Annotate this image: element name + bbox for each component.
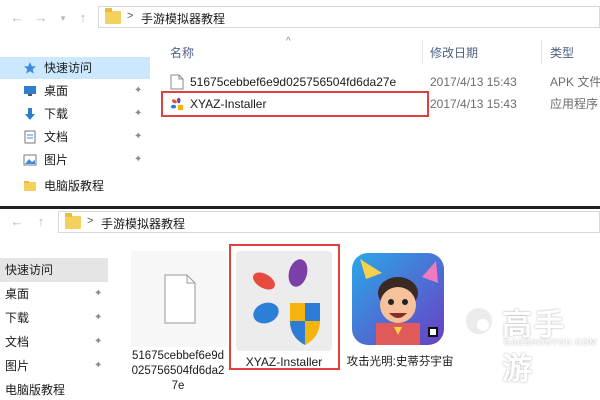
highlight-box	[161, 91, 429, 117]
sidebar-item-quick-access[interactable]: 快速访问	[0, 57, 150, 79]
sidebar-item-desktop[interactable]: 桌面 ✦	[0, 282, 108, 306]
column-divider[interactable]	[541, 40, 542, 64]
sidebar-item-label: 下载	[44, 107, 69, 121]
sidebar-item-pictures[interactable]: 图片 ✦	[0, 149, 150, 171]
sidebar-item-pc-tutorial[interactable]: 电脑版教程	[0, 378, 108, 400]
sidebar-item-label: 电脑版教程	[44, 179, 105, 193]
sidebar-item-documents[interactable]: 文档 ✦	[0, 330, 108, 354]
back-button[interactable]: ←	[10, 214, 24, 230]
watermark-subtext: GAOSHOUYOU.COM	[504, 338, 598, 347]
file-row[interactable]: 51675cebbef6e9d025756504fd6da27e 2017/4/…	[164, 71, 600, 93]
sidebar-item-label: 图片	[5, 359, 30, 373]
up-button[interactable]: ↑	[76, 10, 90, 26]
sidebar-item-desktop[interactable]: 桌面 ✦	[0, 80, 150, 102]
pin-icon[interactable]: ✦	[134, 103, 142, 125]
sidebar-item-label: 文档	[44, 130, 69, 144]
file-tile-game[interactable]: 攻击光明:史蒂芬宇宙	[347, 249, 453, 399]
top-explorer-window: ← → ▾ ↑ > 手游模拟器教程 快速访问 桌面 ✦ 下载 ✦ 文档 ✦ 图片…	[0, 0, 600, 206]
desktop-icon	[24, 86, 36, 96]
pin-icon[interactable]: ✦	[94, 306, 102, 330]
column-divider[interactable]	[422, 40, 423, 64]
pin-icon[interactable]: ✦	[94, 282, 102, 306]
sort-ascending-icon: ^	[286, 36, 291, 47]
star-icon	[24, 62, 36, 74]
file-caption: 攻击光明:史蒂芬宇宙	[346, 356, 454, 368]
file-tile[interactable]: 51675cebbef6e9d025756504fd6da27e	[128, 249, 232, 399]
pin-icon[interactable]: ✦	[134, 126, 142, 148]
address-bar[interactable]: > 手游模拟器教程	[58, 211, 600, 233]
back-button[interactable]: ←	[10, 10, 24, 26]
breadcrumb-separator: >	[87, 215, 94, 227]
file-type: APK 文件	[550, 75, 600, 89]
sidebar-item-label: 快速访问	[44, 61, 93, 75]
download-icon	[25, 108, 35, 120]
bottom-explorer-window: ← ↑ > 手游模拟器教程 快速访问 桌面 ✦ 下载 ✦ 文档 ✦ 图片 ✦ 电…	[0, 209, 600, 400]
blank-file-icon	[131, 251, 227, 347]
sidebar-item-label: 图片	[44, 153, 69, 167]
breadcrumb-separator: >	[127, 10, 134, 22]
pin-icon[interactable]: ✦	[134, 80, 142, 102]
document-icon	[24, 130, 36, 144]
address-bar[interactable]: > 手游模拟器教程	[98, 6, 600, 28]
sidebar-item-label: 下载	[5, 311, 30, 325]
sidebar-item-downloads[interactable]: 下载 ✦	[0, 306, 108, 330]
up-button[interactable]: ↑	[34, 214, 48, 230]
sidebar-item-quick-access[interactable]: 快速访问	[0, 258, 108, 282]
file-caption: 51675cebbef6e9d025756504fd6da27e	[131, 350, 225, 392]
pin-icon[interactable]: ✦	[134, 149, 142, 171]
highlight-box	[229, 244, 340, 370]
column-header-modified[interactable]: 修改日期	[430, 44, 478, 61]
file-type: 应用程序	[550, 97, 599, 111]
brand-logo-icon	[462, 304, 496, 338]
forward-button[interactable]: →	[34, 10, 48, 26]
column-header-type[interactable]: 类型	[550, 44, 574, 61]
sidebar-item-documents[interactable]: 文档 ✦	[0, 126, 150, 148]
file-modified: 2017/4/13 15:43	[430, 75, 517, 89]
sidebar-item-pictures[interactable]: 图片 ✦	[0, 354, 108, 378]
pin-icon[interactable]: ✦	[94, 330, 102, 354]
breadcrumb-folder[interactable]: 手游模拟器教程	[141, 10, 225, 27]
watermark-logo: 高手游 GAOSHOUYOU.COM	[462, 300, 598, 387]
shortcut-arrow-icon	[428, 327, 438, 337]
blank-file-icon	[170, 74, 184, 90]
recent-dropdown-icon[interactable]: ▾	[56, 10, 70, 26]
sidebar-item-label: 电脑版教程	[5, 383, 66, 397]
folder-icon	[24, 181, 36, 191]
file-modified: 2017/4/13 15:43	[430, 97, 517, 111]
sidebar-item-downloads[interactable]: 下载 ✦	[0, 103, 150, 125]
folder-icon	[65, 213, 81, 229]
sidebar-item-label: 桌面	[5, 287, 30, 301]
sidebar-item-label: 快速访问	[5, 263, 54, 277]
pin-icon[interactable]: ✦	[94, 354, 102, 378]
picture-icon	[23, 154, 37, 166]
breadcrumb-folder[interactable]: 手游模拟器教程	[101, 215, 185, 232]
sidebar-item-label: 文档	[5, 335, 30, 349]
file-name: 51675cebbef6e9d025756504fd6da27e	[190, 75, 397, 89]
sidebar-item-label: 桌面	[44, 84, 69, 98]
sidebar-item-pc-tutorial[interactable]: 电脑版教程	[0, 175, 150, 197]
column-header-name[interactable]: 名称	[170, 44, 194, 61]
folder-icon	[105, 8, 121, 24]
